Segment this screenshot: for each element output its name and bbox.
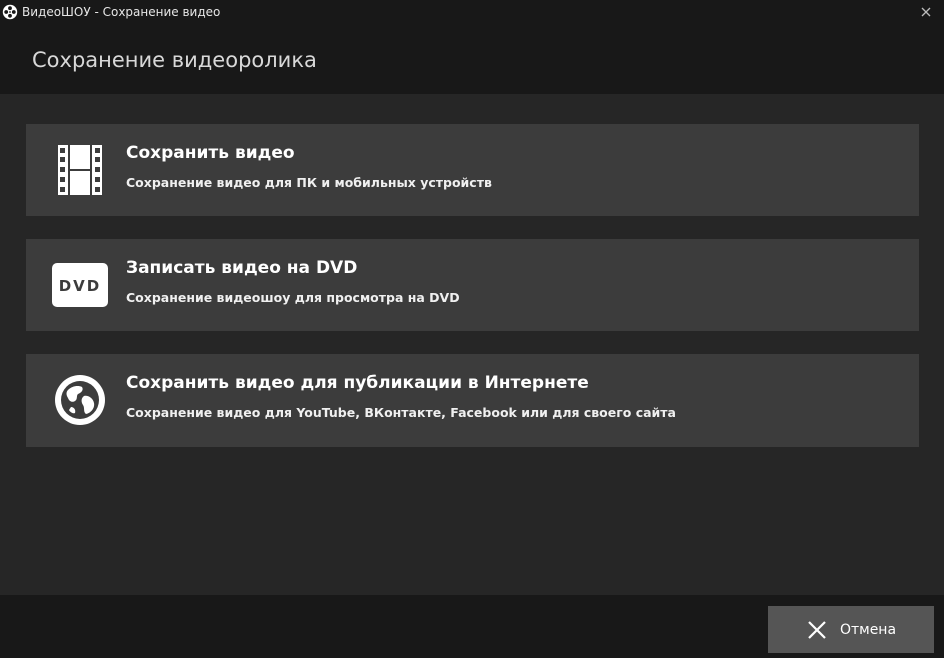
option-description: Сохранение видео для ПК и мобильных устр… <box>126 175 492 190</box>
option-description: Сохранение видео для YouTube, ВКонтакте,… <box>126 405 676 420</box>
dvd-icon-label: DVD <box>59 277 102 295</box>
dialog-footer: Отмена <box>0 595 944 658</box>
page-title: Сохранение видеоролика <box>32 48 317 72</box>
globe-icon <box>55 375 105 425</box>
film-strip-icon <box>58 145 102 195</box>
save-video-window: ВидеоШОУ - Сохранение видео Сохранение в… <box>0 0 944 658</box>
save-video-option[interactable]: Сохранить видео Сохранение видео для ПК … <box>26 124 919 216</box>
option-title: Сохранить видео для публикации в Интерне… <box>126 373 589 393</box>
dvd-icon: DVD <box>52 263 108 307</box>
window-title: ВидеоШОУ - Сохранение видео <box>22 5 221 19</box>
title-bar[interactable]: ВидеоШОУ - Сохранение видео <box>0 0 944 24</box>
burn-dvd-option[interactable]: DVD Записать видео на DVD Сохранение вид… <box>26 239 919 331</box>
film-reel-icon <box>2 4 18 20</box>
cancel-button-label: Отмена <box>839 621 897 638</box>
publish-online-option[interactable]: Сохранить видео для публикации в Интерне… <box>26 354 919 447</box>
option-title: Сохранить видео <box>126 143 295 163</box>
cancel-button[interactable]: Отмена <box>768 606 934 653</box>
dialog-header: Сохранение видеоролика <box>0 24 944 94</box>
option-title: Записать видео на DVD <box>126 258 358 278</box>
window-close-button[interactable] <box>908 0 944 24</box>
option-description: Сохранение видеошоу для просмотра на DVD <box>126 290 460 305</box>
close-icon <box>921 7 931 17</box>
close-icon <box>808 620 826 639</box>
